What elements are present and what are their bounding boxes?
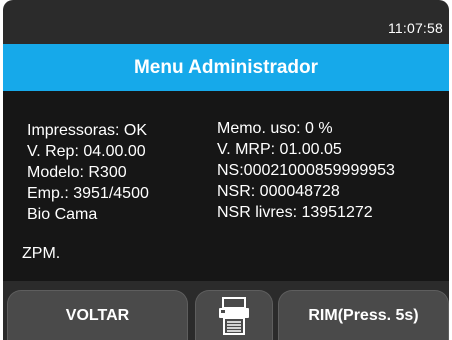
- status-bar: 11:07:58: [3, 0, 449, 44]
- info-panel: Impressoras: OK V. Rep: 04.00.00 Modelo:…: [3, 91, 449, 281]
- model: Modelo: R300: [27, 164, 127, 181]
- rim-button[interactable]: RIM(Press. 5s): [278, 290, 449, 340]
- memory-usage: Memo. uso: 0 %: [217, 120, 333, 137]
- serial-number: NS:00021000859999953: [217, 162, 395, 179]
- bio-label: Bio Cama: [27, 206, 98, 223]
- printer-icon: [217, 296, 251, 335]
- employees: Emp.: 3951/4500: [27, 185, 149, 202]
- info-right-column: Memo. uso: 0 % V. MRP: 01.00.05 NS:00021…: [217, 118, 395, 223]
- rep-version: V. Rep: 04.00.00: [27, 143, 146, 160]
- page-title: Menu Administrador: [133, 56, 319, 78]
- nsr-free: NSR livres: 13951272: [217, 204, 373, 221]
- title-bar: Menu Administrador: [3, 44, 449, 91]
- back-button-label: VOLTAR: [65, 306, 130, 324]
- bottom-bar: VOLTAR RIM(Press. 5s): [3, 281, 449, 340]
- nsr: NSR: 000048728: [217, 183, 340, 200]
- clock: 11:07:58: [387, 20, 443, 36]
- back-button[interactable]: VOLTAR: [7, 290, 188, 340]
- device-screen: 11:07:58 Menu Administrador Impressoras:…: [3, 0, 449, 340]
- info-left-column: Impressoras: OK V. Rep: 04.00.00 Modelo:…: [24, 120, 149, 225]
- print-button[interactable]: [195, 290, 273, 340]
- mrp-version: V. MRP: 01.00.05: [217, 141, 342, 158]
- rim-button-label: RIM(Press. 5s): [308, 306, 419, 324]
- zpm-label: ZPM.: [22, 245, 61, 262]
- printers-status: Impressoras: OK: [27, 122, 148, 139]
